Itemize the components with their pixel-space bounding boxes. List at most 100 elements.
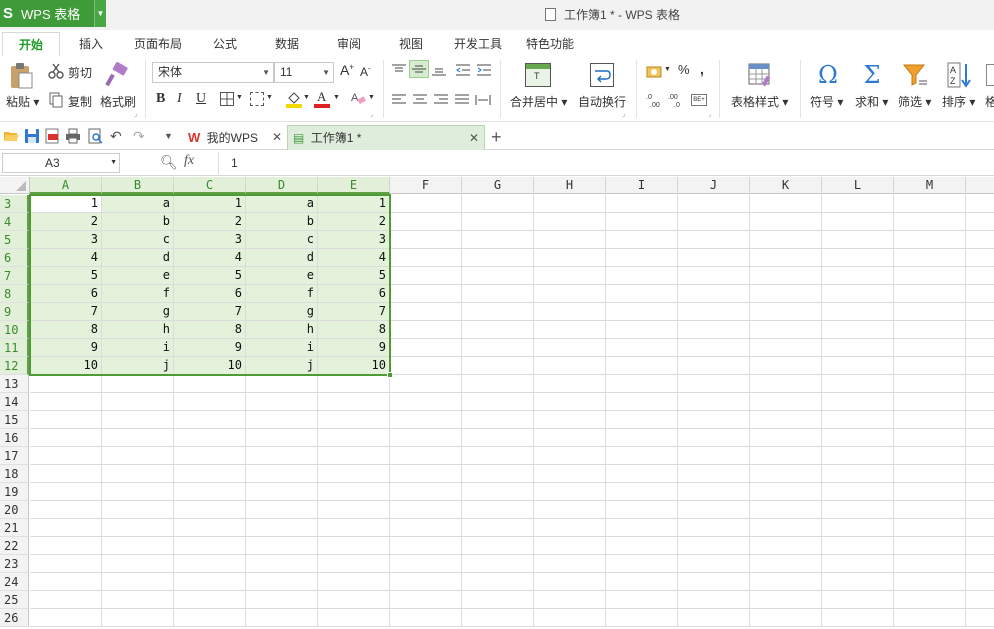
cell[interactable] [246, 429, 318, 447]
cell[interactable] [30, 465, 102, 483]
cell[interactable] [318, 609, 390, 627]
borders-icon[interactable] [220, 92, 234, 106]
app-menu-button[interactable]: S WPS 表格 ▼ [0, 0, 106, 27]
cell[interactable] [30, 411, 102, 429]
cell[interactable] [606, 357, 678, 375]
cell[interactable] [606, 213, 678, 231]
cell[interactable] [390, 573, 462, 591]
cell[interactable] [318, 501, 390, 519]
cell[interactable] [894, 465, 966, 483]
cell[interactable] [390, 591, 462, 609]
cell[interactable] [390, 267, 462, 285]
row-header[interactable]: 14 [0, 393, 29, 411]
cell[interactable] [822, 231, 894, 249]
cell[interactable] [894, 519, 966, 537]
zoom-function-icon[interactable]: 🔍︎ [160, 154, 178, 171]
cell[interactable] [30, 591, 102, 609]
cell[interactable] [30, 555, 102, 573]
row-header[interactable]: 24 [0, 573, 29, 591]
cell[interactable] [174, 501, 246, 519]
cell[interactable]: i [246, 339, 318, 357]
cell[interactable] [606, 393, 678, 411]
cell[interactable] [462, 573, 534, 591]
cell[interactable] [966, 573, 994, 591]
cell[interactable] [102, 465, 174, 483]
cell[interactable] [966, 321, 994, 339]
row-header[interactable]: 7 [0, 267, 29, 285]
cell[interactable] [750, 285, 822, 303]
sigma-icon[interactable]: Σ [860, 61, 884, 89]
cell[interactable] [462, 591, 534, 609]
cell[interactable] [966, 483, 994, 501]
cell[interactable] [606, 573, 678, 591]
table-style-icon[interactable] [748, 62, 774, 88]
cell[interactable]: 9 [30, 339, 102, 357]
cell[interactable]: 7 [174, 303, 246, 321]
cell[interactable] [390, 303, 462, 321]
cell[interactable] [894, 231, 966, 249]
cell[interactable] [966, 555, 994, 573]
cell[interactable]: 8 [174, 321, 246, 339]
cell[interactable] [678, 555, 750, 573]
cell[interactable] [822, 285, 894, 303]
column-header[interactable]: C [174, 177, 246, 194]
cell[interactable] [246, 447, 318, 465]
cell[interactable]: 3 [174, 231, 246, 249]
cell[interactable] [30, 393, 102, 411]
row-header[interactable]: 20 [0, 501, 29, 519]
cell[interactable] [750, 483, 822, 501]
cell[interactable] [462, 195, 534, 213]
cell[interactable] [822, 357, 894, 375]
row-header[interactable]: 19 [0, 483, 29, 501]
cell[interactable]: j [246, 357, 318, 375]
print-icon[interactable] [65, 128, 81, 144]
cell[interactable] [534, 303, 606, 321]
cell[interactable] [966, 447, 994, 465]
cell[interactable] [390, 483, 462, 501]
cell[interactable] [894, 375, 966, 393]
cell[interactable]: 8 [30, 321, 102, 339]
omega-icon[interactable]: Ω [815, 61, 841, 89]
percent-button[interactable]: % [678, 62, 690, 77]
row-header[interactable]: 18 [0, 465, 29, 483]
cell[interactable] [174, 483, 246, 501]
cell[interactable] [174, 447, 246, 465]
cell[interactable]: g [102, 303, 174, 321]
cell[interactable] [390, 501, 462, 519]
cell[interactable] [750, 357, 822, 375]
cell[interactable] [462, 483, 534, 501]
cell[interactable] [534, 357, 606, 375]
cell[interactable] [462, 411, 534, 429]
tab-page-layout[interactable]: 页面布局 [128, 32, 188, 56]
copy-button[interactable]: 复制 [68, 93, 92, 110]
cell[interactable] [678, 447, 750, 465]
cell[interactable]: 7 [318, 303, 390, 321]
cell[interactable] [102, 411, 174, 429]
column-header[interactable]: H [534, 177, 606, 194]
cell[interactable] [390, 249, 462, 267]
cell[interactable] [750, 573, 822, 591]
cell[interactable] [750, 303, 822, 321]
row-header[interactable]: 9 [0, 303, 29, 321]
cell[interactable] [678, 429, 750, 447]
cell[interactable] [174, 429, 246, 447]
cell[interactable] [750, 519, 822, 537]
cell[interactable]: h [246, 321, 318, 339]
cell[interactable] [750, 465, 822, 483]
cell[interactable] [534, 195, 606, 213]
chevron-down-icon[interactable]: ▼ [368, 94, 375, 101]
cell[interactable] [174, 393, 246, 411]
format-painter-button[interactable]: 格式刷 [100, 93, 136, 110]
cell[interactable]: e [102, 267, 174, 285]
chevron-down-icon[interactable]: ▼ [266, 94, 273, 101]
cell[interactable] [822, 555, 894, 573]
cell[interactable] [174, 537, 246, 555]
tab-my-wps[interactable]: W 我的WPS ✕ [184, 125, 286, 150]
cell[interactable]: b [102, 213, 174, 231]
cell[interactable] [30, 447, 102, 465]
justify-icon[interactable] [455, 94, 469, 106]
cell[interactable] [678, 393, 750, 411]
font-name-select[interactable]: 宋体 ▼ [152, 62, 274, 83]
cell[interactable] [894, 249, 966, 267]
cell[interactable] [678, 267, 750, 285]
